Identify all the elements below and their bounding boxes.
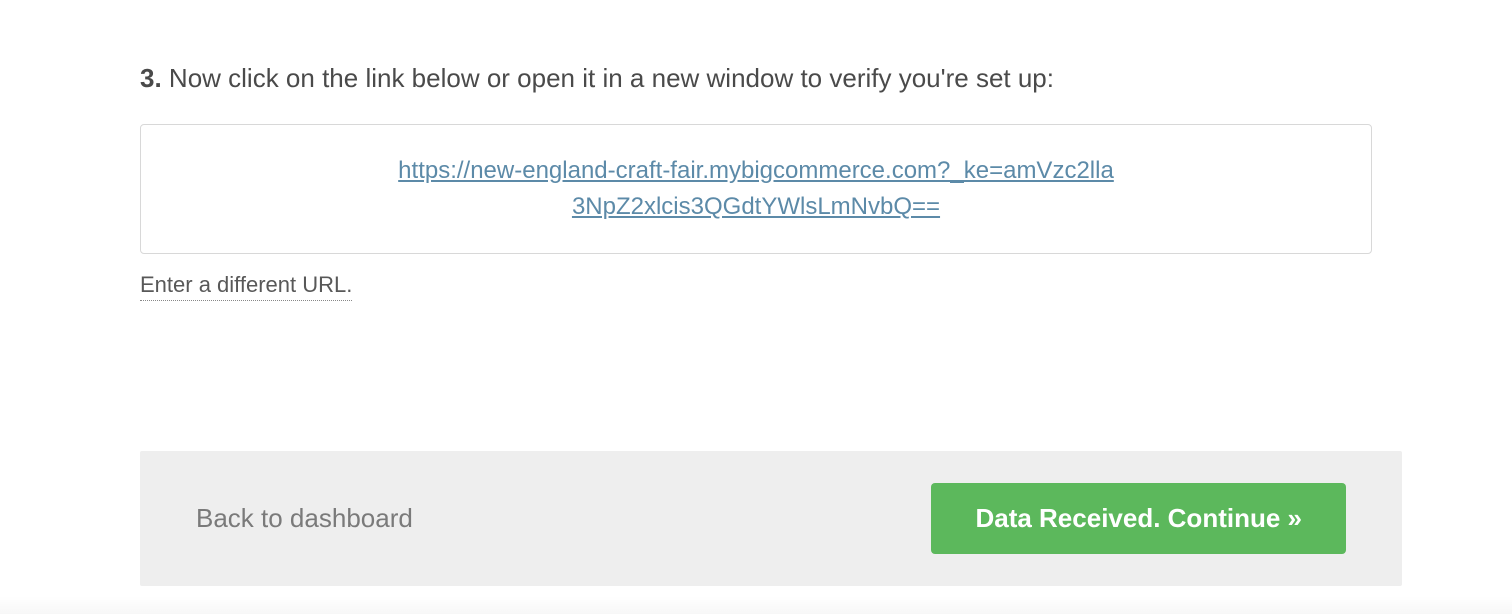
step-number: 3.: [140, 63, 162, 93]
bottom-shadow: [0, 596, 1512, 614]
back-to-dashboard-link[interactable]: Back to dashboard: [196, 503, 413, 534]
verify-url-link[interactable]: https://new-england-craft-fair.mybigcomm…: [396, 153, 1116, 225]
continue-button[interactable]: Data Received. Continue »: [931, 483, 1346, 554]
verify-link-box: https://new-england-craft-fair.mybigcomm…: [140, 124, 1372, 254]
step-heading: 3. Now click on the link below or open i…: [140, 62, 1372, 96]
footer-bar: Back to dashboard Data Received. Continu…: [140, 451, 1402, 586]
step-instruction-text: Now click on the link below or open it i…: [169, 63, 1054, 93]
enter-different-url-link[interactable]: Enter a different URL.: [140, 272, 352, 301]
